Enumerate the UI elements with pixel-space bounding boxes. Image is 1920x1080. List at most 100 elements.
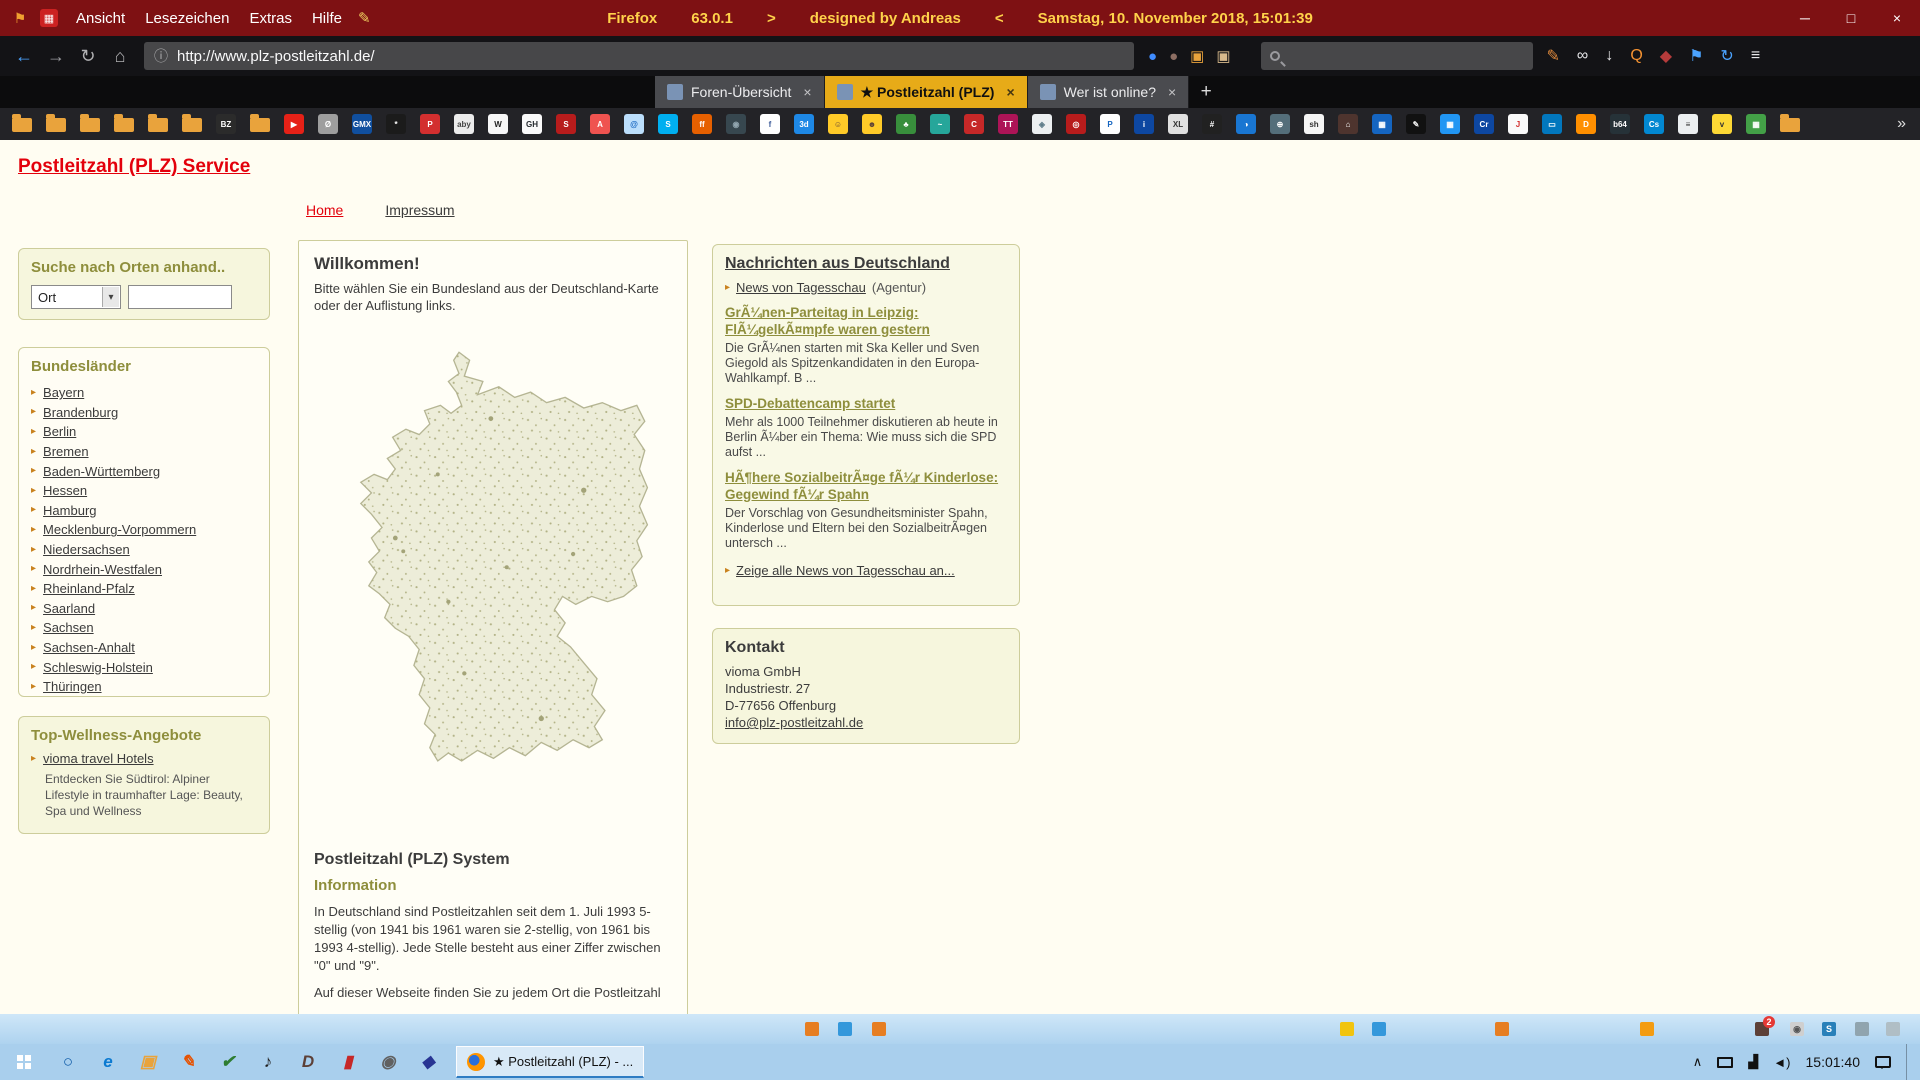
news-item-title-link[interactable]: GrÃ¼nen-Parteitag in Leipzig: FlÃ¼gelkÃ¤… xyxy=(725,304,1007,338)
bookmark-site-icon[interactable]: sh xyxy=(1304,114,1324,134)
bookmark-site-icon[interactable]: P xyxy=(420,114,440,134)
bookmark-site-icon[interactable]: P xyxy=(1100,114,1120,134)
desktop-icon[interactable] xyxy=(1495,1022,1509,1036)
forward-icon[interactable]: → xyxy=(40,40,72,72)
infinity-icon[interactable]: ∞ xyxy=(1577,47,1588,65)
clock[interactable]: 15:01:40 xyxy=(1806,1054,1861,1070)
container-icon[interactable]: ● xyxy=(1148,48,1157,65)
flag-icon[interactable]: ⚑ xyxy=(1689,46,1703,66)
desktop-icon[interactable] xyxy=(1855,1022,1869,1036)
pencil-icon[interactable]: ✎ xyxy=(358,9,371,27)
bookmark-site-icon[interactable]: ≡ xyxy=(1678,114,1698,134)
bookmark-site-icon[interactable]: ▶ xyxy=(284,114,304,134)
new-tab-button[interactable]: + xyxy=(1189,76,1223,108)
tab-close-icon[interactable]: × xyxy=(1006,84,1014,100)
maximize-button[interactable]: □ xyxy=(1828,0,1874,36)
news-item-title-link[interactable]: HÃ¶here SozialbeitrÃ¤ge fÃ¼r Kinderlose:… xyxy=(725,469,1007,503)
menu-icon[interactable]: ≡ xyxy=(1751,47,1760,65)
bookmark-folder-icon[interactable] xyxy=(12,118,32,132)
desktop-icon[interactable]: ◉ xyxy=(1790,1022,1804,1036)
bookmark-site-icon[interactable]: Cs xyxy=(1644,114,1664,134)
site-title-link[interactable]: Postleitzahl (PLZ) Service xyxy=(18,156,250,178)
qwant-icon[interactable]: Q xyxy=(1630,47,1642,65)
browser-search-bar[interactable] xyxy=(1261,42,1533,70)
bookmark-site-icon[interactable]: f xyxy=(760,114,780,134)
folder-icon[interactable]: ▣ xyxy=(1216,47,1230,65)
taskbar-tool-icon[interactable]: ◆ xyxy=(408,1044,448,1080)
bookmark-folder-icon[interactable] xyxy=(182,118,202,132)
taskbar-photo-icon[interactable]: ◉ xyxy=(368,1044,408,1080)
bookmark-site-icon[interactable]: ▦ xyxy=(1372,114,1392,134)
bookmark-site-icon[interactable]: D xyxy=(1576,114,1596,134)
bookmark-folder-icon[interactable] xyxy=(114,118,134,132)
taskbar-reader-icon[interactable]: ▮ xyxy=(328,1044,368,1080)
bookmark-site-icon[interactable]: ▦ xyxy=(1440,114,1460,134)
grid-app-icon[interactable]: ▦ xyxy=(40,9,58,27)
bookmark-site-icon[interactable]: ◑ xyxy=(1236,114,1256,134)
highlighter-icon[interactable]: ✎ xyxy=(1547,46,1560,66)
browser-tab[interactable]: Wer ist online?× xyxy=(1028,76,1190,108)
taskbar-window-button[interactable]: ★ Postleitzahl (PLZ) - ... xyxy=(456,1046,644,1078)
menu-hilfe[interactable]: Hilfe xyxy=(302,10,352,27)
bookmark-folder-icon[interactable] xyxy=(80,118,100,132)
bookmark-folder-icon[interactable] xyxy=(46,118,66,132)
bookmark-folder-icon[interactable] xyxy=(148,118,168,132)
bookmark-site-icon[interactable]: ⊕ xyxy=(1270,114,1290,134)
bookmark-folder-icon[interactable] xyxy=(1780,118,1800,132)
desktop-icon[interactable] xyxy=(872,1022,886,1036)
bundesland-link[interactable]: Niedersachsen xyxy=(43,542,130,557)
bookmark-site-icon[interactable]: ⌂ xyxy=(1338,114,1358,134)
bookmark-site-icon[interactable]: J xyxy=(1508,114,1528,134)
bookmark-site-icon[interactable]: aby xyxy=(454,114,474,134)
network-icon[interactable]: ▟ xyxy=(1748,1054,1758,1070)
bookmark-site-icon[interactable]: ☺ xyxy=(828,114,848,134)
display-icon[interactable] xyxy=(1717,1057,1733,1068)
bookmark-site-icon[interactable]: ▭ xyxy=(1542,114,1562,134)
minimize-button[interactable]: ─ xyxy=(1782,0,1828,36)
bookmark-site-icon[interactable]: @ xyxy=(624,114,644,134)
bookmark-site-icon[interactable]: # xyxy=(1202,114,1222,134)
reload-icon[interactable]: ↻ xyxy=(72,40,104,72)
bundesland-link[interactable]: Mecklenburg-Vorpommern xyxy=(43,522,196,537)
taskbar-edge-icon[interactable]: e xyxy=(88,1044,128,1080)
taskbar-cortana-icon[interactable]: ○ xyxy=(48,1044,88,1080)
bookmark-site-icon[interactable]: ◉ xyxy=(726,114,746,134)
bookmark-site-icon[interactable]: 3d xyxy=(794,114,814,134)
shield-icon[interactable]: ◆ xyxy=(1660,46,1672,66)
bundesland-link[interactable]: Bremen xyxy=(43,444,89,459)
bookmark-folder-icon[interactable] xyxy=(250,118,270,132)
bookmark-site-icon[interactable]: ~ xyxy=(930,114,950,134)
bookmark-site-icon[interactable]: ◈ xyxy=(1032,114,1052,134)
menu-lesezeichen[interactable]: Lesezeichen xyxy=(135,10,239,27)
bundesland-link[interactable]: Bayern xyxy=(43,385,84,400)
tray-expand-icon[interactable]: ∧ xyxy=(1693,1054,1703,1070)
desktop-icon[interactable] xyxy=(1372,1022,1386,1036)
desktop-icon[interactable] xyxy=(1886,1022,1900,1036)
bookmark-site-icon[interactable]: ◎ xyxy=(1066,114,1086,134)
bookmark-site-icon[interactable]: i xyxy=(1134,114,1154,134)
bundesland-link[interactable]: Hamburg xyxy=(43,503,96,518)
nav-impressum-link[interactable]: Impressum xyxy=(385,202,454,218)
bundesland-link[interactable]: Sachsen xyxy=(43,620,94,635)
browser-search-input[interactable] xyxy=(1288,48,1488,64)
home-icon[interactable]: ⌂ xyxy=(104,40,136,72)
bookmark-site-icon[interactable]: ✎ xyxy=(1406,114,1426,134)
bundesland-link[interactable]: Rheinland-Pfalz xyxy=(43,581,135,596)
kontakt-email-link[interactable]: info@plz-postleitzahl.de xyxy=(725,714,1007,731)
bookmark-site-icon[interactable]: GMX xyxy=(352,114,372,134)
desktop-icon[interactable] xyxy=(1340,1022,1354,1036)
download-icon[interactable]: ↓ xyxy=(1605,47,1613,65)
bookmark-site-icon[interactable]: S xyxy=(556,114,576,134)
taskbar-file-explorer-icon[interactable]: ▣ xyxy=(128,1044,168,1080)
desktop-icon[interactable]: 2 xyxy=(1755,1022,1769,1036)
site-info-icon[interactable]: ⓘ xyxy=(154,46,168,66)
tab-close-icon[interactable]: × xyxy=(1168,84,1176,100)
desktop-icon[interactable] xyxy=(838,1022,852,1036)
desktop-icon[interactable] xyxy=(805,1022,819,1036)
menu-ansicht[interactable]: Ansicht xyxy=(66,10,135,27)
bundesland-link[interactable]: Brandenburg xyxy=(43,405,118,420)
bookmark-site-icon[interactable]: W xyxy=(488,114,508,134)
notification-icon[interactable] xyxy=(1875,1056,1891,1068)
volume-icon[interactable]: ◄) xyxy=(1773,1055,1790,1070)
bundesland-link[interactable]: Berlin xyxy=(43,424,76,439)
